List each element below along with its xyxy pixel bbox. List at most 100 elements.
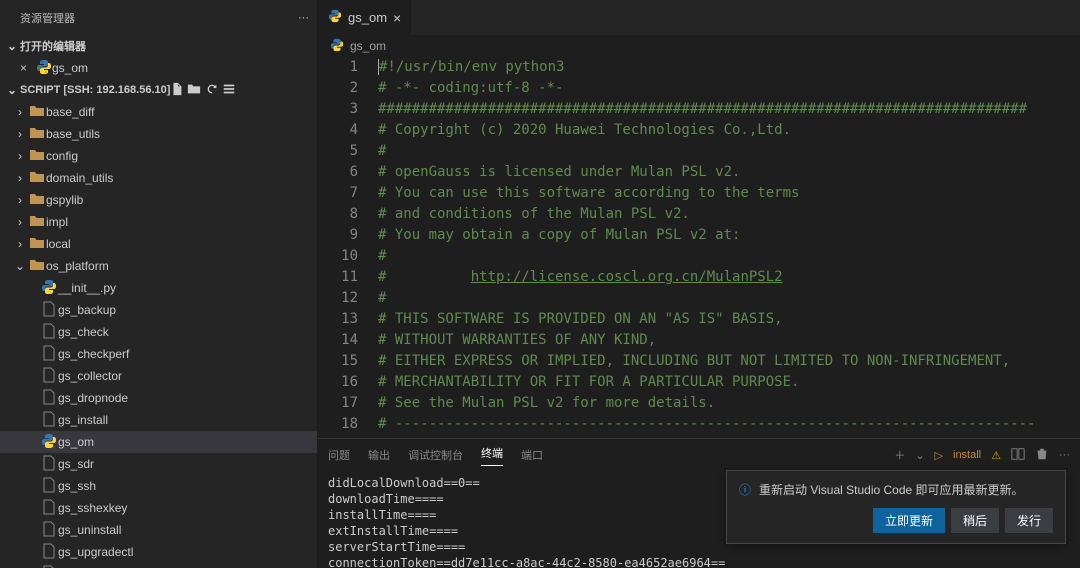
trash-icon[interactable]: [1035, 447, 1049, 464]
later-button[interactable]: 稍后: [951, 508, 999, 533]
tree-item-label: local: [46, 237, 71, 251]
refresh-icon[interactable]: [205, 87, 219, 99]
explorer-title-text: 资源管理器: [20, 10, 75, 26]
file-gs_sdr[interactable]: gs_sdr: [0, 453, 317, 475]
chevron-down-icon: ⌄: [4, 83, 20, 97]
more-icon[interactable]: ···: [1059, 449, 1070, 461]
file-icon: [40, 389, 58, 408]
tree-item-label: gs_om: [58, 435, 94, 449]
tree-item-label: gs_collector: [58, 369, 122, 383]
workspace-section[interactable]: ⌄ SCRIPT [SSH: 192.168.56.10]: [0, 79, 317, 101]
close-icon[interactable]: ×: [20, 61, 36, 75]
tab-ports[interactable]: 端口: [521, 447, 543, 463]
file-gs_om[interactable]: gs_om: [0, 431, 317, 453]
folder-impl[interactable]: › impl: [0, 211, 317, 233]
tree-item-label: gs_sshexkey: [58, 501, 127, 515]
line-gutter: 12345678910111213141516171819: [318, 57, 378, 438]
tree-item-label: impl: [46, 215, 68, 229]
terminal-icon[interactable]: ▷: [935, 449, 943, 462]
file-gs_dropnode[interactable]: gs_dropnode: [0, 387, 317, 409]
warning-icon[interactable]: ⚠: [991, 449, 1001, 462]
folder-base_diff[interactable]: ›base_diff: [0, 101, 317, 123]
open-editor-filename: gs_om: [52, 61, 88, 75]
file-icon: [40, 301, 58, 320]
file-gs_backup[interactable]: gs_backup: [0, 299, 317, 321]
update-toast: ⓘ 重新启动 Visual Studio Code 即可应用最新更新。 立即更新…: [726, 470, 1066, 544]
file-gs_sshexkey[interactable]: gs_sshexkey: [0, 497, 317, 519]
file-icon: [40, 477, 58, 496]
tab-problems[interactable]: 问题: [328, 447, 350, 463]
panel-tabs: 问题 输出 调试控制台 终端 端口 ＋ ⌄ ▷ install ⚠ ···: [318, 439, 1080, 471]
python-icon: [36, 59, 52, 78]
code-editor[interactable]: 12345678910111213141516171819 #!/usr/bin…: [318, 57, 1080, 438]
file-icon: [40, 521, 58, 540]
add-terminal-icon[interactable]: ＋: [894, 447, 905, 463]
tree-item-label: gs_sdr: [58, 457, 94, 471]
breadcrumb[interactable]: gs_om: [318, 35, 1080, 57]
tree-item-label: gs_check: [58, 325, 109, 339]
tree-item-label: os_platform: [46, 259, 109, 273]
folder-icon: [28, 257, 46, 276]
chevron-icon: ›: [12, 215, 28, 229]
python-icon: [330, 38, 344, 55]
close-icon[interactable]: ×: [393, 10, 401, 26]
folder-base_utils[interactable]: ›base_utils: [0, 123, 317, 145]
file-icon: [40, 543, 58, 562]
python-icon: [40, 279, 58, 298]
python-icon: [328, 9, 342, 26]
folder-icon: [28, 235, 46, 254]
file-gs_collector[interactable]: gs_collector: [0, 365, 317, 387]
tree-item-label: gs_install: [58, 413, 108, 427]
file-gs_checkperf[interactable]: gs_checkperf: [0, 343, 317, 365]
chevron-icon: ›: [12, 237, 28, 251]
tree-item-label: gs_backup: [58, 303, 116, 317]
file-tree: ›base_diff›base_utils›config›domain_util…: [0, 101, 317, 568]
tree-item-label: gs_uninstall: [58, 523, 121, 537]
folder-icon: [28, 169, 46, 188]
chevron-icon: ›: [12, 171, 28, 185]
tab-label: gs_om: [348, 10, 387, 25]
collapse-icon[interactable]: [222, 87, 236, 99]
file-icon: [40, 565, 58, 568]
folder-icon: [28, 103, 46, 122]
folder-local[interactable]: › local: [0, 233, 317, 255]
folder-domain_utils[interactable]: ›domain_utils: [0, 167, 317, 189]
notes-button[interactable]: 发行: [1005, 508, 1053, 533]
tree-item-label: base_utils: [46, 127, 100, 141]
file-gs_uninstall[interactable]: gs_uninstall: [0, 519, 317, 541]
chevron-icon: ⌄: [12, 259, 28, 273]
file-icon: [40, 323, 58, 342]
tab-terminal[interactable]: 终端: [481, 445, 503, 466]
breadcrumb-item: gs_om: [350, 39, 386, 53]
file-killall[interactable]: killall: [0, 563, 317, 568]
python-icon: [40, 433, 58, 452]
file-gs_upgradectl[interactable]: gs_upgradectl: [0, 541, 317, 563]
update-now-button[interactable]: 立即更新: [873, 508, 945, 533]
more-icon[interactable]: ···: [298, 12, 309, 24]
folder-os_platform[interactable]: ⌄ os_platform: [0, 255, 317, 277]
tree-item-label: __init__.py: [58, 281, 116, 295]
folder-icon: [28, 191, 46, 210]
tab-gs-om[interactable]: gs_om ×: [318, 0, 412, 35]
terminal-install-label[interactable]: install: [953, 449, 981, 461]
dropdown-icon[interactable]: ⌄: [915, 449, 924, 462]
split-icon[interactable]: [1011, 447, 1025, 464]
tree-item-label: gspylib: [46, 193, 83, 207]
tab-output[interactable]: 输出: [368, 447, 390, 463]
open-editor-item[interactable]: × gs_om: [0, 57, 317, 79]
file-gs_check[interactable]: gs_check: [0, 321, 317, 343]
open-editors-section[interactable]: ⌄ 打开的编辑器: [0, 35, 317, 57]
explorer-actions: ···: [298, 12, 309, 24]
chevron-icon: ›: [12, 193, 28, 207]
folder-icon: [28, 147, 46, 166]
new-folder-icon[interactable]: [187, 87, 201, 99]
file-gs_ssh[interactable]: gs_ssh: [0, 475, 317, 497]
tab-debug[interactable]: 调试控制台: [408, 447, 463, 463]
file-__init__.py[interactable]: __init__.py: [0, 277, 317, 299]
folder-gspylib[interactable]: › gspylib: [0, 189, 317, 211]
file-gs_install[interactable]: gs_install: [0, 409, 317, 431]
workspace-label: SCRIPT [SSH: 192.168.56.10]: [20, 84, 170, 96]
new-file-icon[interactable]: [170, 87, 184, 99]
tree-item-label: gs_checkperf: [58, 347, 129, 361]
folder-config[interactable]: ›config: [0, 145, 317, 167]
